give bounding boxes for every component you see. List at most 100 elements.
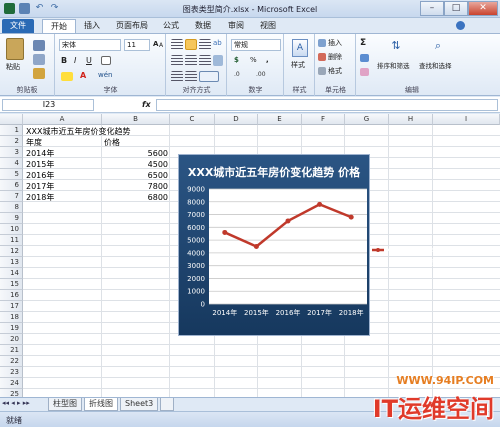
row-header-10[interactable]: 10 [0, 224, 23, 235]
paste-button[interactable]: 粘贴 [6, 62, 20, 72]
line-chart[interactable]: XXX城市近五年房价变化趋势 价格 0 1000 2000 3000 4000 5000 6… [178, 154, 370, 336]
align-right-icon[interactable] [199, 55, 211, 66]
row-header-20[interactable]: 20 [0, 334, 23, 345]
number-format-combo[interactable]: 常规 [231, 39, 281, 51]
row-header-17[interactable]: 17 [0, 301, 23, 312]
tab-home[interactable]: 开始 [42, 19, 76, 33]
increase-decimal-icon[interactable]: .0 [234, 71, 252, 82]
formula-input[interactable] [156, 99, 498, 111]
currency-button[interactable]: $ [234, 56, 239, 64]
row-header-24[interactable]: 24 [0, 378, 23, 389]
cell-a4[interactable]: 2015年 [26, 159, 54, 170]
autosum-button[interactable]: Σ [360, 38, 366, 48]
font-color-button[interactable]: A [80, 71, 86, 80]
cell-b4[interactable]: 4500 [102, 159, 168, 170]
sheet-tab-sheet3[interactable]: Sheet3 [120, 398, 159, 411]
cell-a7[interactable]: 2018年 [26, 192, 54, 203]
comma-button[interactable]: , [266, 56, 269, 64]
borders-icon[interactable] [101, 56, 111, 65]
fill-icon[interactable] [360, 54, 369, 62]
decrease-indent-icon[interactable] [171, 71, 183, 82]
align-middle-icon[interactable] [185, 39, 197, 50]
sort-filter-icon[interactable]: ⇅ [387, 39, 405, 57]
shrink-font-button[interactable]: A [159, 42, 163, 49]
format-painter-icon[interactable] [33, 68, 45, 79]
tab-view[interactable]: 视图 [252, 19, 284, 33]
tab-file[interactable]: 文件 [2, 19, 34, 33]
row-header-1[interactable]: 1 [0, 125, 23, 136]
column-header-d[interactable]: D [215, 114, 258, 125]
row-header-25[interactable]: 25 [0, 389, 23, 397]
sort-filter-button[interactable]: 排序和筛选 [377, 60, 410, 70]
column-header-b[interactable]: B [102, 114, 170, 125]
minimize-button[interactable]: – [420, 1, 444, 16]
cell-a2[interactable]: 年度 [26, 137, 42, 148]
styles-button[interactable]: 样式 [291, 60, 305, 70]
row-header-12[interactable]: 12 [0, 246, 23, 257]
row-header-22[interactable]: 22 [0, 356, 23, 367]
orientation-icon[interactable]: ab [213, 39, 223, 50]
row-header-8[interactable]: 8 [0, 202, 23, 213]
find-select-button[interactable]: 查找和选择 [419, 60, 452, 70]
phonetic-button[interactable]: wén [98, 71, 112, 79]
row-header-23[interactable]: 23 [0, 367, 23, 378]
column-header-e[interactable]: E [258, 114, 302, 125]
row-header-7[interactable]: 7 [0, 191, 23, 202]
format-cells-button[interactable]: 格式 [328, 66, 342, 76]
worksheet-grid[interactable]: ABCDEFGHI 1 2 3 4 5 6 7 8 9 10 11 12 13 14 15 16 17 18 19 2… [0, 114, 500, 397]
copy-icon[interactable] [33, 54, 45, 65]
tab-formulas[interactable]: 公式 [155, 19, 187, 33]
cell-b3[interactable]: 5600 [102, 148, 168, 159]
wrap-text-icon[interactable] [213, 55, 223, 66]
row-header-21[interactable]: 21 [0, 345, 23, 356]
font-size-combo[interactable]: 11 [124, 39, 150, 51]
row-header-13[interactable]: 13 [0, 257, 23, 268]
align-left-icon[interactable] [171, 55, 183, 66]
row-header-9[interactable]: 9 [0, 213, 23, 224]
cell-b6[interactable]: 7800 [102, 181, 168, 192]
row-header-16[interactable]: 16 [0, 290, 23, 301]
merge-center-icon[interactable] [199, 71, 219, 82]
bold-button[interactable]: B [61, 56, 67, 65]
row-header-18[interactable]: 18 [0, 312, 23, 323]
maximize-button[interactable]: □ [444, 1, 468, 16]
row-header-14[interactable]: 14 [0, 268, 23, 279]
cell-b7[interactable]: 6800 [102, 192, 168, 203]
row-header-2[interactable]: 2 [0, 136, 23, 147]
insert-function-button[interactable]: fx [142, 100, 151, 109]
cell-a3[interactable]: 2014年 [26, 148, 54, 159]
cell-a5[interactable]: 2016年 [26, 170, 54, 181]
paste-icon[interactable] [6, 38, 24, 60]
row-header-6[interactable]: 6 [0, 180, 23, 191]
align-center-icon[interactable] [185, 55, 197, 66]
fill-color-icon[interactable] [61, 72, 73, 81]
cell-b2[interactable]: 价格 [104, 137, 120, 148]
find-select-icon[interactable]: ⌕ [429, 39, 447, 57]
tab-insert[interactable]: 插入 [76, 19, 108, 33]
increase-indent-icon[interactable] [185, 71, 197, 82]
column-header-c[interactable]: C [170, 114, 215, 125]
percent-button[interactable]: % [250, 56, 257, 64]
cut-icon[interactable] [33, 40, 45, 51]
italic-button[interactable]: I [74, 56, 76, 65]
column-header-f[interactable]: F [302, 114, 345, 125]
tab-data[interactable]: 数据 [187, 19, 219, 33]
insert-cells-button[interactable]: 插入 [328, 38, 342, 48]
row-header-11[interactable]: 11 [0, 235, 23, 246]
name-box[interactable]: I23 [2, 99, 94, 111]
column-header-a[interactable]: A [23, 114, 102, 125]
grow-font-button[interactable]: A [153, 40, 158, 48]
row-header-19[interactable]: 19 [0, 323, 23, 334]
row-header-15[interactable]: 15 [0, 279, 23, 290]
row-header-5[interactable]: 5 [0, 169, 23, 180]
cell-b5[interactable]: 6500 [102, 170, 168, 181]
styles-icon[interactable]: A [292, 39, 308, 57]
delete-cells-button[interactable]: 删除 [328, 52, 342, 62]
align-top-icon[interactable] [171, 39, 183, 50]
tab-review[interactable]: 审阅 [220, 19, 252, 33]
help-icon[interactable] [456, 21, 465, 30]
column-header-g[interactable]: G [345, 114, 389, 125]
font-name-combo[interactable]: 宋体 [59, 39, 121, 51]
sheet-nav-arrows-icon[interactable]: ◂◂ ◂ ▸ ▸▸ [2, 399, 30, 407]
tab-page-layout[interactable]: 页面布局 [108, 19, 156, 33]
